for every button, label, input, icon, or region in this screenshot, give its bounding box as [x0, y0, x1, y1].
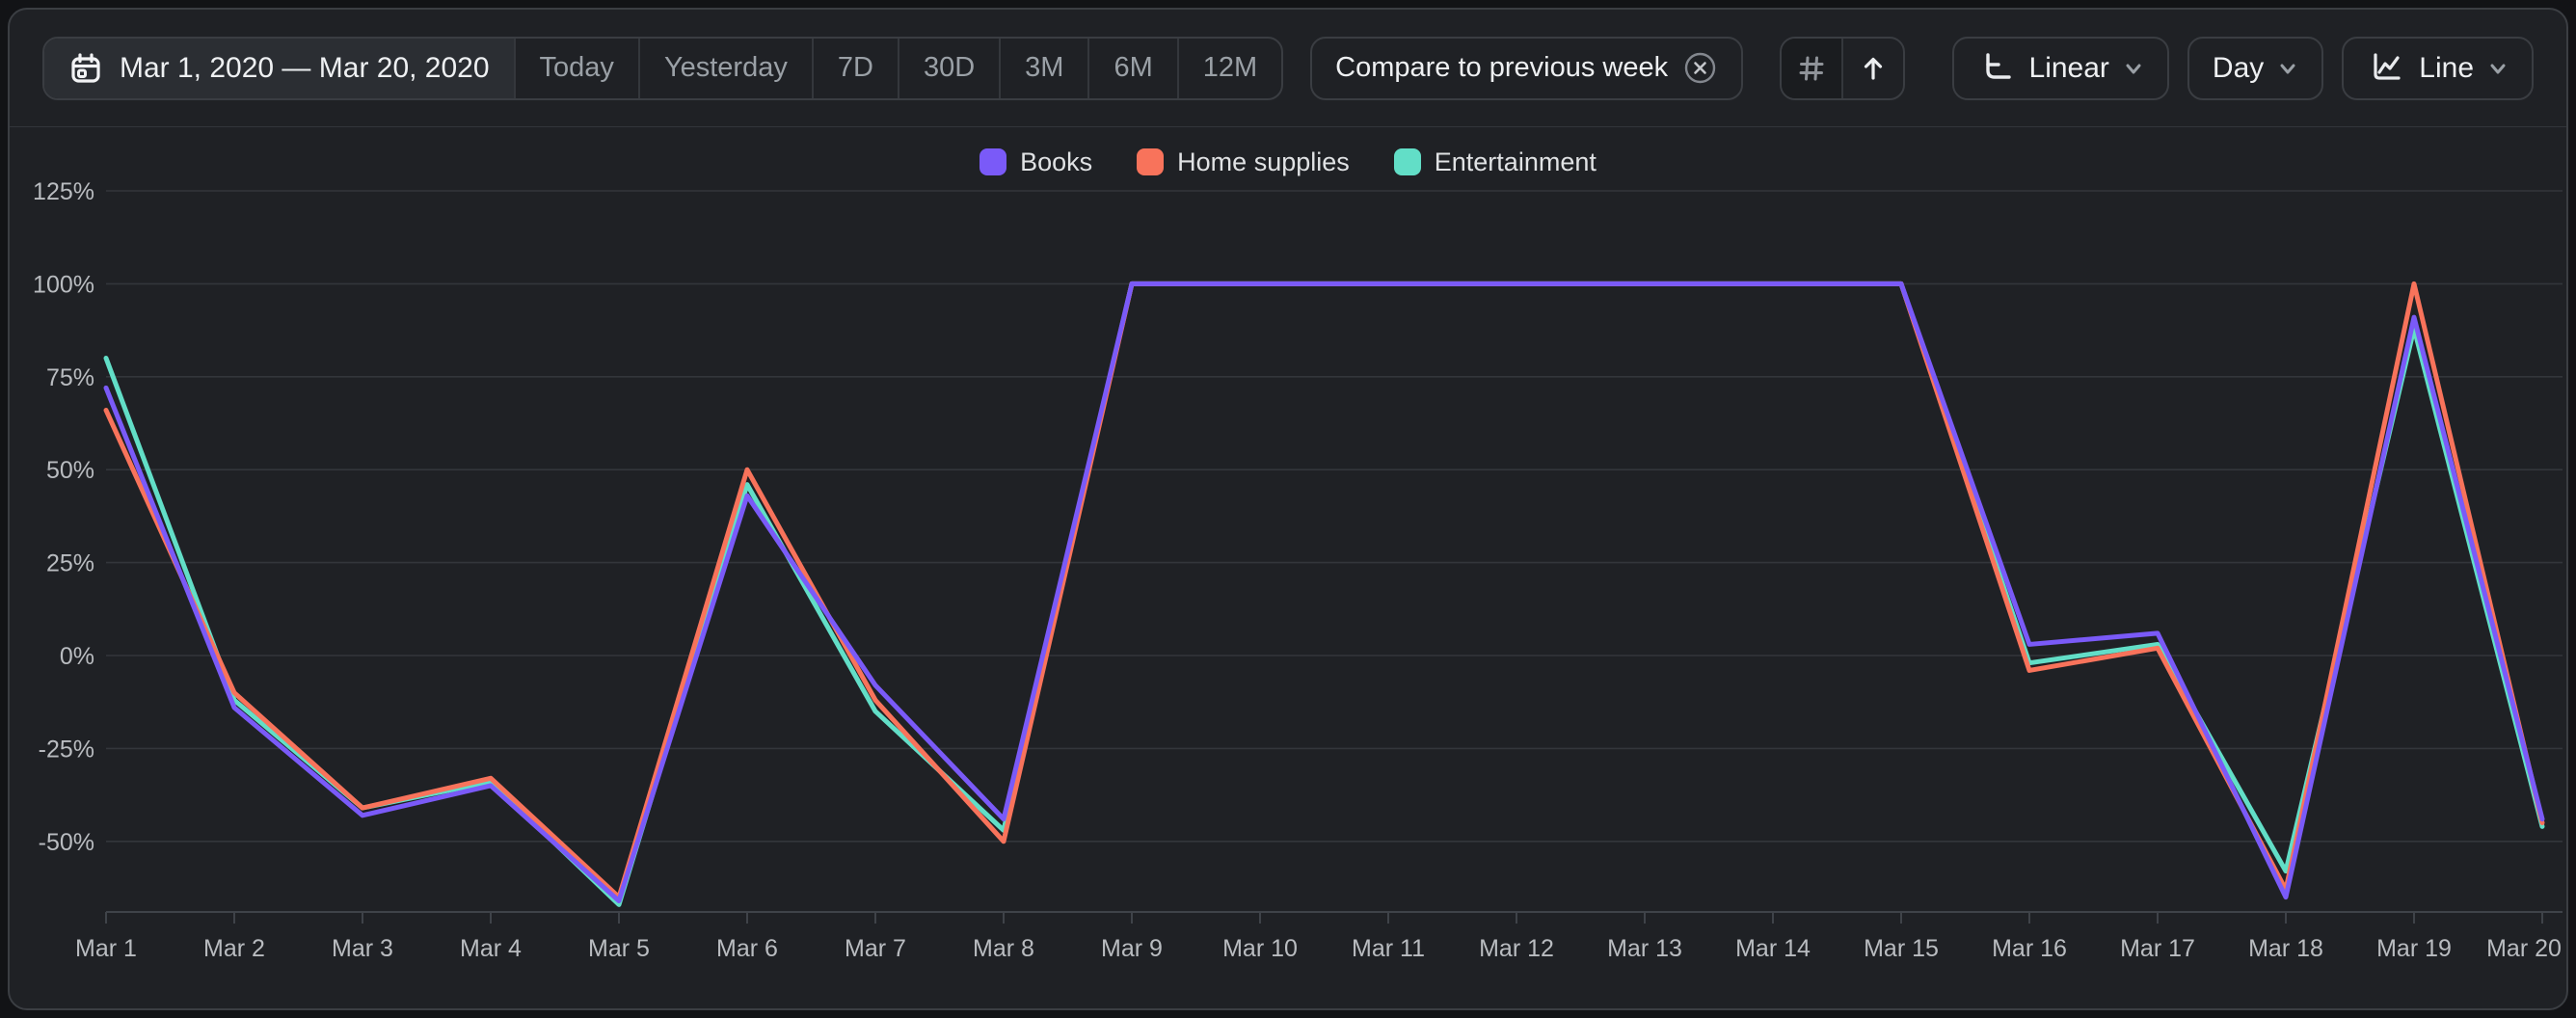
granularity-dropdown[interactable]: Day [2187, 37, 2323, 100]
preset-today[interactable]: Today [514, 39, 638, 98]
svg-text:Mar 10: Mar 10 [1222, 935, 1298, 962]
date-range-label: Mar 1, 2020 — Mar 20, 2020 [120, 52, 490, 85]
preset-label: 3M [1025, 52, 1063, 84]
granularity-label: Day [2213, 52, 2264, 85]
preset-3m[interactable]: 3M [999, 39, 1087, 98]
toolbar: Mar 1, 2020 — Mar 20, 2020 Today Yesterd… [10, 10, 2566, 127]
grid-toggle-button[interactable] [1782, 39, 1843, 98]
grid-hash-icon [1795, 52, 1828, 85]
svg-text:-25%: -25% [39, 736, 94, 763]
svg-text:Mar 12: Mar 12 [1479, 935, 1554, 962]
legend-item-entertainment[interactable]: Entertainment [1394, 147, 1597, 177]
calendar-icon [68, 51, 103, 86]
preset-label: 12M [1203, 52, 1257, 84]
svg-text:Mar 1: Mar 1 [75, 935, 137, 962]
grid-sort-segmented-control [1780, 37, 1905, 100]
svg-text:Mar 4: Mar 4 [460, 935, 522, 962]
preset-6m[interactable]: 6M [1087, 39, 1176, 98]
preset-label: Yesterday [664, 52, 788, 84]
legend-item-home-supplies[interactable]: Home supplies [1137, 147, 1350, 177]
legend-label: Home supplies [1177, 147, 1350, 177]
compare-to-previous-week-button[interactable]: Compare to previous week [1310, 37, 1743, 100]
legend-item-books[interactable]: Books [979, 147, 1092, 177]
legend-label: Books [1020, 147, 1092, 177]
legend-label: Entertainment [1435, 147, 1597, 177]
svg-text:25%: 25% [46, 550, 94, 577]
svg-text:Mar 20: Mar 20 [2486, 935, 2562, 962]
svg-text:-50%: -50% [39, 829, 94, 856]
preset-label: 30D [924, 52, 975, 84]
svg-text:Mar 8: Mar 8 [973, 935, 1034, 962]
chevron-down-icon [2487, 58, 2509, 79]
chart-type-label: Line [2419, 52, 2474, 85]
preset-label: 6M [1114, 52, 1152, 84]
svg-text:100%: 100% [33, 271, 94, 298]
preset-label: Today [540, 52, 614, 84]
scale-label: Linear [2029, 52, 2109, 85]
svg-text:Mar 17: Mar 17 [2120, 935, 2195, 962]
svg-text:Mar 7: Mar 7 [845, 935, 906, 962]
home-supplies-swatch [1137, 148, 1164, 175]
axis-icon [1977, 49, 2016, 88]
chevron-down-icon [2123, 58, 2144, 79]
entertainment-swatch [1394, 148, 1421, 175]
books-swatch [979, 148, 1006, 175]
app-frame: Mar 1, 2020 — Mar 20, 2020 Today Yesterd… [8, 8, 2568, 1010]
preset-label: 7D [838, 52, 873, 84]
svg-text:Mar 5: Mar 5 [588, 935, 650, 962]
preset-12m[interactable]: 12M [1177, 39, 1281, 98]
svg-text:Mar 3: Mar 3 [332, 935, 393, 962]
svg-text:Mar 11: Mar 11 [1352, 935, 1425, 962]
svg-text:50%: 50% [46, 457, 94, 484]
preset-30d[interactable]: 30D [898, 39, 999, 98]
svg-text:Mar 6: Mar 6 [716, 935, 778, 962]
chart-type-dropdown[interactable]: Line [2342, 37, 2534, 100]
scale-dropdown[interactable]: Linear [1952, 37, 2169, 100]
svg-text:Mar 19: Mar 19 [2376, 935, 2452, 962]
date-range-button[interactable]: Mar 1, 2020 — Mar 20, 2020 [44, 39, 514, 98]
date-range-group: Mar 1, 2020 — Mar 20, 2020 Today Yesterd… [42, 37, 1283, 100]
circle-x-icon[interactable] [1682, 50, 1718, 86]
arrow-up-icon [1857, 52, 1890, 85]
preset-7d[interactable]: 7D [812, 39, 898, 98]
svg-text:75%: 75% [46, 364, 94, 391]
svg-text:Mar 14: Mar 14 [1735, 935, 1811, 962]
svg-text:Mar 9: Mar 9 [1101, 935, 1163, 962]
svg-text:Mar 2: Mar 2 [203, 935, 265, 962]
chevron-down-icon [2277, 58, 2298, 79]
svg-text:Mar 16: Mar 16 [1992, 935, 2067, 962]
compare-label: Compare to previous week [1335, 52, 1668, 84]
preset-yesterday[interactable]: Yesterday [638, 39, 812, 98]
chart-settings-group: Linear Day Line [1952, 37, 2534, 100]
chart-legend: Books Home supplies Entertainment [10, 141, 2566, 183]
svg-text:0%: 0% [60, 643, 94, 670]
svg-text:Mar 13: Mar 13 [1607, 935, 1682, 962]
svg-text:Mar 18: Mar 18 [2248, 935, 2323, 962]
line-chart-icon [2367, 49, 2405, 88]
svg-text:Mar 15: Mar 15 [1864, 935, 1939, 962]
sort-direction-button[interactable] [1843, 39, 1903, 98]
